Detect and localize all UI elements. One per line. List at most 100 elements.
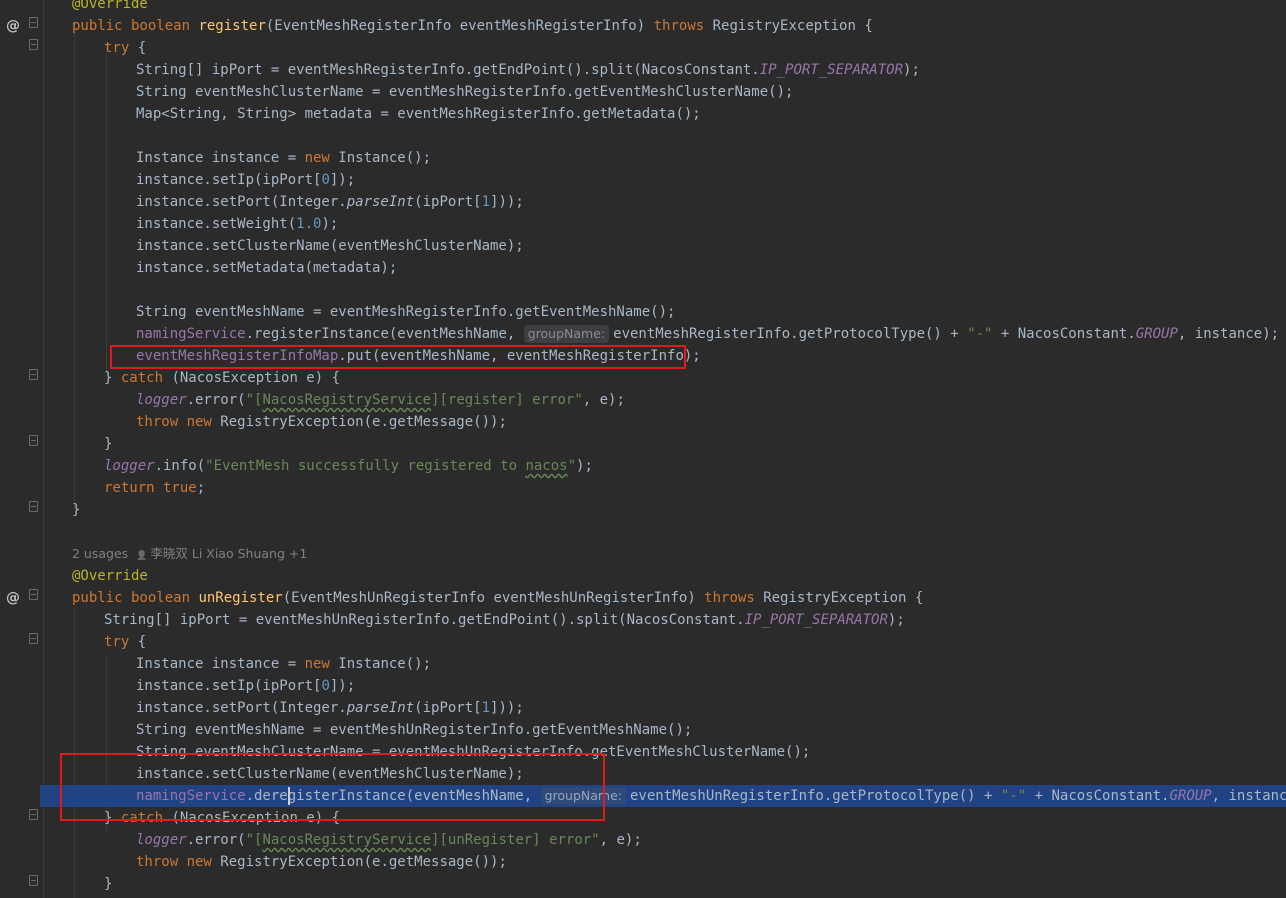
code-line[interactable]: public boolean unRegister(EventMeshUnReg… xyxy=(0,587,1286,609)
highlight-box xyxy=(110,345,686,369)
code-token: } xyxy=(104,370,121,386)
usages-inlay[interactable]: 2 usages 👤 李晓双 Li Xiao Shuang +1 xyxy=(72,543,307,565)
code-line[interactable]: String[] ipPort = eventMeshUnRegisterInf… xyxy=(0,609,1286,631)
code-line[interactable]: Instance instance = new Instance(); xyxy=(0,147,1286,169)
code-line[interactable] xyxy=(0,521,1286,543)
code-line[interactable]: try { xyxy=(0,631,1286,653)
code-token: public boolean xyxy=(72,590,199,606)
code-line[interactable]: logger.info("EventMesh successfully regi… xyxy=(0,455,1286,477)
fold-toggle-icon[interactable] xyxy=(29,633,38,644)
code-text: logger.info("EventMesh successfully regi… xyxy=(104,455,593,477)
code-line[interactable]: throw new RegistryException(e.getMessage… xyxy=(0,411,1286,433)
code-token: String[] ipPort = eventMeshRegisterInfo.… xyxy=(136,62,760,78)
code-token: instance.setClusterName(eventMeshCluster… xyxy=(136,238,524,254)
code-line[interactable]: } xyxy=(0,433,1286,455)
code-text: Map<String, String> metadata = eventMesh… xyxy=(136,103,701,125)
code-token: ; xyxy=(196,480,206,496)
override-marker-icon[interactable]: @ xyxy=(6,587,20,609)
code-line[interactable]: instance.setClusterName(eventMeshCluster… xyxy=(0,235,1286,257)
code-token: + NacosConstant. xyxy=(992,326,1136,342)
code-token: ]); xyxy=(329,678,356,694)
code-text: throw new RegistryException(e.getMessage… xyxy=(136,411,507,433)
code-token: , e); xyxy=(599,832,642,848)
code-token: try xyxy=(104,634,138,650)
code-token: NacosRegistryService xyxy=(262,392,432,408)
code-line[interactable]: throw new RegistryException(e.getMessage… xyxy=(0,851,1286,873)
code-text: public boolean register(EventMeshRegiste… xyxy=(72,15,873,37)
code-line[interactable]: Map<String, String> metadata = eventMesh… xyxy=(0,103,1286,125)
author-names[interactable]: 李晓双 Li Xiao Shuang +1 xyxy=(150,546,307,561)
code-line[interactable]: instance.setWeight(1.0); xyxy=(0,213,1286,235)
code-line[interactable]: String eventMeshClusterName = eventMeshR… xyxy=(0,81,1286,103)
code-token: .info( xyxy=(154,458,206,474)
fold-toggle-icon[interactable] xyxy=(29,875,38,886)
code-line[interactable]: namingService.registerInstance(eventMesh… xyxy=(0,323,1286,345)
code-line[interactable]: instance.setPort(Integer.parseInt(ipPort… xyxy=(0,191,1286,213)
code-line[interactable]: instance.setIp(ipPort[0]); xyxy=(0,169,1286,191)
code-token: + NacosConstant. xyxy=(1026,788,1170,804)
parameter-hint: groupName: xyxy=(523,325,610,343)
code-token: Instance(); xyxy=(338,150,432,166)
code-token: (NacosException e) { xyxy=(171,370,341,386)
fold-toggle-icon[interactable] xyxy=(29,39,38,50)
code-text: @Override xyxy=(72,565,148,587)
code-line[interactable]: } xyxy=(0,873,1286,895)
code-line[interactable]: String eventMeshName = eventMeshUnRegist… xyxy=(0,719,1286,741)
code-token: throw new xyxy=(136,414,221,430)
code-token: "-" xyxy=(967,326,993,342)
code-line[interactable]: logger.error("[NacosRegistryService][unR… xyxy=(0,829,1286,851)
override-marker-icon[interactable]: @ xyxy=(6,15,20,37)
code-line[interactable]: try { xyxy=(0,37,1286,59)
code-line[interactable]: instance.setMetadata(metadata); xyxy=(0,257,1286,279)
code-line[interactable]: @Override xyxy=(0,565,1286,587)
code-token: " xyxy=(567,458,577,474)
code-line[interactable]: String[] ipPort = eventMeshRegisterInfo.… xyxy=(0,59,1286,81)
code-text: public boolean unRegister(EventMeshUnReg… xyxy=(72,587,923,609)
code-line[interactable]: Instance instance = new Instance(); xyxy=(0,653,1286,675)
code-token: throw new xyxy=(136,854,221,870)
code-token: return true xyxy=(104,480,197,496)
code-token: } xyxy=(72,502,81,518)
code-token: ); xyxy=(576,458,593,474)
fold-toggle-icon[interactable] xyxy=(29,589,38,600)
code-token: new xyxy=(304,150,339,166)
code-token: new xyxy=(304,656,339,672)
highlight-box xyxy=(60,753,605,821)
code-line[interactable]: } catch (NacosException e) { xyxy=(0,367,1286,389)
code-line[interactable]: instance.setIp(ipPort[0]); xyxy=(0,675,1286,697)
code-line[interactable]: instance.setPort(Integer.parseInt(ipPort… xyxy=(0,697,1286,719)
code-line[interactable] xyxy=(0,125,1286,147)
fold-toggle-icon[interactable] xyxy=(29,501,38,512)
code-token: (EventMeshUnRegisterInfo eventMeshUnRegi… xyxy=(282,590,705,606)
code-text: String eventMeshName = eventMeshRegister… xyxy=(136,301,675,323)
usages-count[interactable]: 2 usages xyxy=(72,546,128,561)
code-token: String eventMeshClusterName = eventMeshR… xyxy=(136,84,794,100)
fold-toggle-icon[interactable] xyxy=(29,809,38,820)
code-token: instance.setPort(Integer. xyxy=(136,194,347,210)
code-token: ); xyxy=(887,612,905,628)
code-line[interactable]: String eventMeshName = eventMeshRegister… xyxy=(0,301,1286,323)
code-line[interactable]: return true; xyxy=(0,477,1286,499)
code-line[interactable]: @Override xyxy=(0,0,1286,15)
code-token: eventMeshRegisterInfo.getProtocolType() … xyxy=(613,326,968,342)
code-line[interactable]: } xyxy=(0,499,1286,521)
code-token: register xyxy=(198,18,266,34)
fold-toggle-icon[interactable] xyxy=(29,369,38,380)
code-text: Instance instance = new Instance(); xyxy=(136,147,431,169)
code-token: ); xyxy=(321,216,339,232)
fold-toggle-icon[interactable] xyxy=(29,17,38,28)
code-token: RegistryException { xyxy=(712,18,873,34)
code-token: , instance); xyxy=(1177,326,1280,342)
code-line[interactable] xyxy=(0,279,1286,301)
code-token: { xyxy=(137,634,147,650)
code-token: "[ xyxy=(245,832,263,848)
code-text: instance.setPort(Integer.parseInt(ipPort… xyxy=(136,191,524,213)
code-token: 1.0 xyxy=(296,216,322,232)
code-line[interactable]: 2 usages 👤 李晓双 Li Xiao Shuang +1 xyxy=(0,543,1286,565)
fold-toggle-icon[interactable] xyxy=(29,435,38,446)
code-text: String eventMeshName = eventMeshUnRegist… xyxy=(136,719,692,741)
code-token: String[] ipPort = eventMeshUnRegisterInf… xyxy=(104,612,745,628)
code-line[interactable]: logger.error("[NacosRegistryService][reg… xyxy=(0,389,1286,411)
code-line[interactable]: public boolean register(EventMeshRegiste… xyxy=(0,15,1286,37)
code-token: Instance instance = xyxy=(136,656,305,672)
